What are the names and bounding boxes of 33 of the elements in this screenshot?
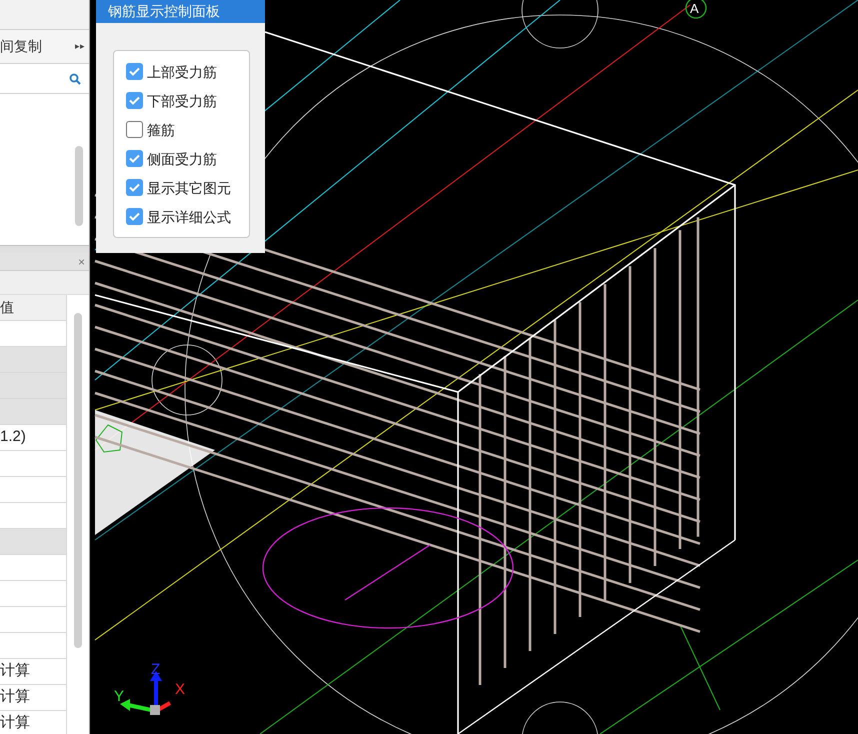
- table-cell: 计算: [0, 659, 68, 685]
- search-field[interactable]: [0, 64, 89, 94]
- check-icon: [129, 183, 140, 192]
- option-checkbox[interactable]: 箍筋: [126, 120, 249, 140]
- check-icon: [129, 96, 140, 105]
- axis-label: Y: [114, 689, 124, 704]
- checkbox[interactable]: [126, 208, 143, 225]
- expand-arrows-icon[interactable]: ▸▸: [75, 40, 85, 54]
- table-cell: 计算: [0, 711, 68, 734]
- option-checkbox[interactable]: 显示详细公式: [126, 206, 249, 226]
- copy-menu-label[interactable]: 间复制: [0, 36, 42, 57]
- check-icon: [129, 67, 140, 76]
- checkbox[interactable]: [126, 92, 143, 109]
- checkbox[interactable]: [126, 179, 143, 196]
- checkbox[interactable]: [126, 121, 143, 138]
- table-cell: 1.2): [0, 425, 68, 451]
- check-icon: [129, 154, 140, 163]
- option-checkbox[interactable]: 上部受力筋: [126, 62, 249, 82]
- table-cell: 计算: [0, 685, 68, 711]
- check-icon: [129, 212, 140, 221]
- grid-axis-label: A: [690, 2, 699, 15]
- checkbox[interactable]: [126, 63, 143, 80]
- axis-label: X: [175, 682, 186, 697]
- scrollbar-thumb[interactable]: [74, 313, 82, 648]
- panel-title: 钢筋显示控制面板: [108, 2, 220, 21]
- search-icon[interactable]: [69, 72, 81, 84]
- checkbox[interactable]: [126, 150, 143, 167]
- axis-label: Z: [151, 662, 160, 677]
- scrollbar-thumb[interactable]: [75, 146, 83, 226]
- option-checkbox[interactable]: 侧面受力筋: [126, 148, 249, 168]
- option-checkbox[interactable]: 下部受力筋: [126, 90, 249, 110]
- option-checkbox[interactable]: 显示其它图元: [126, 178, 249, 198]
- column-header: 值: [0, 295, 68, 321]
